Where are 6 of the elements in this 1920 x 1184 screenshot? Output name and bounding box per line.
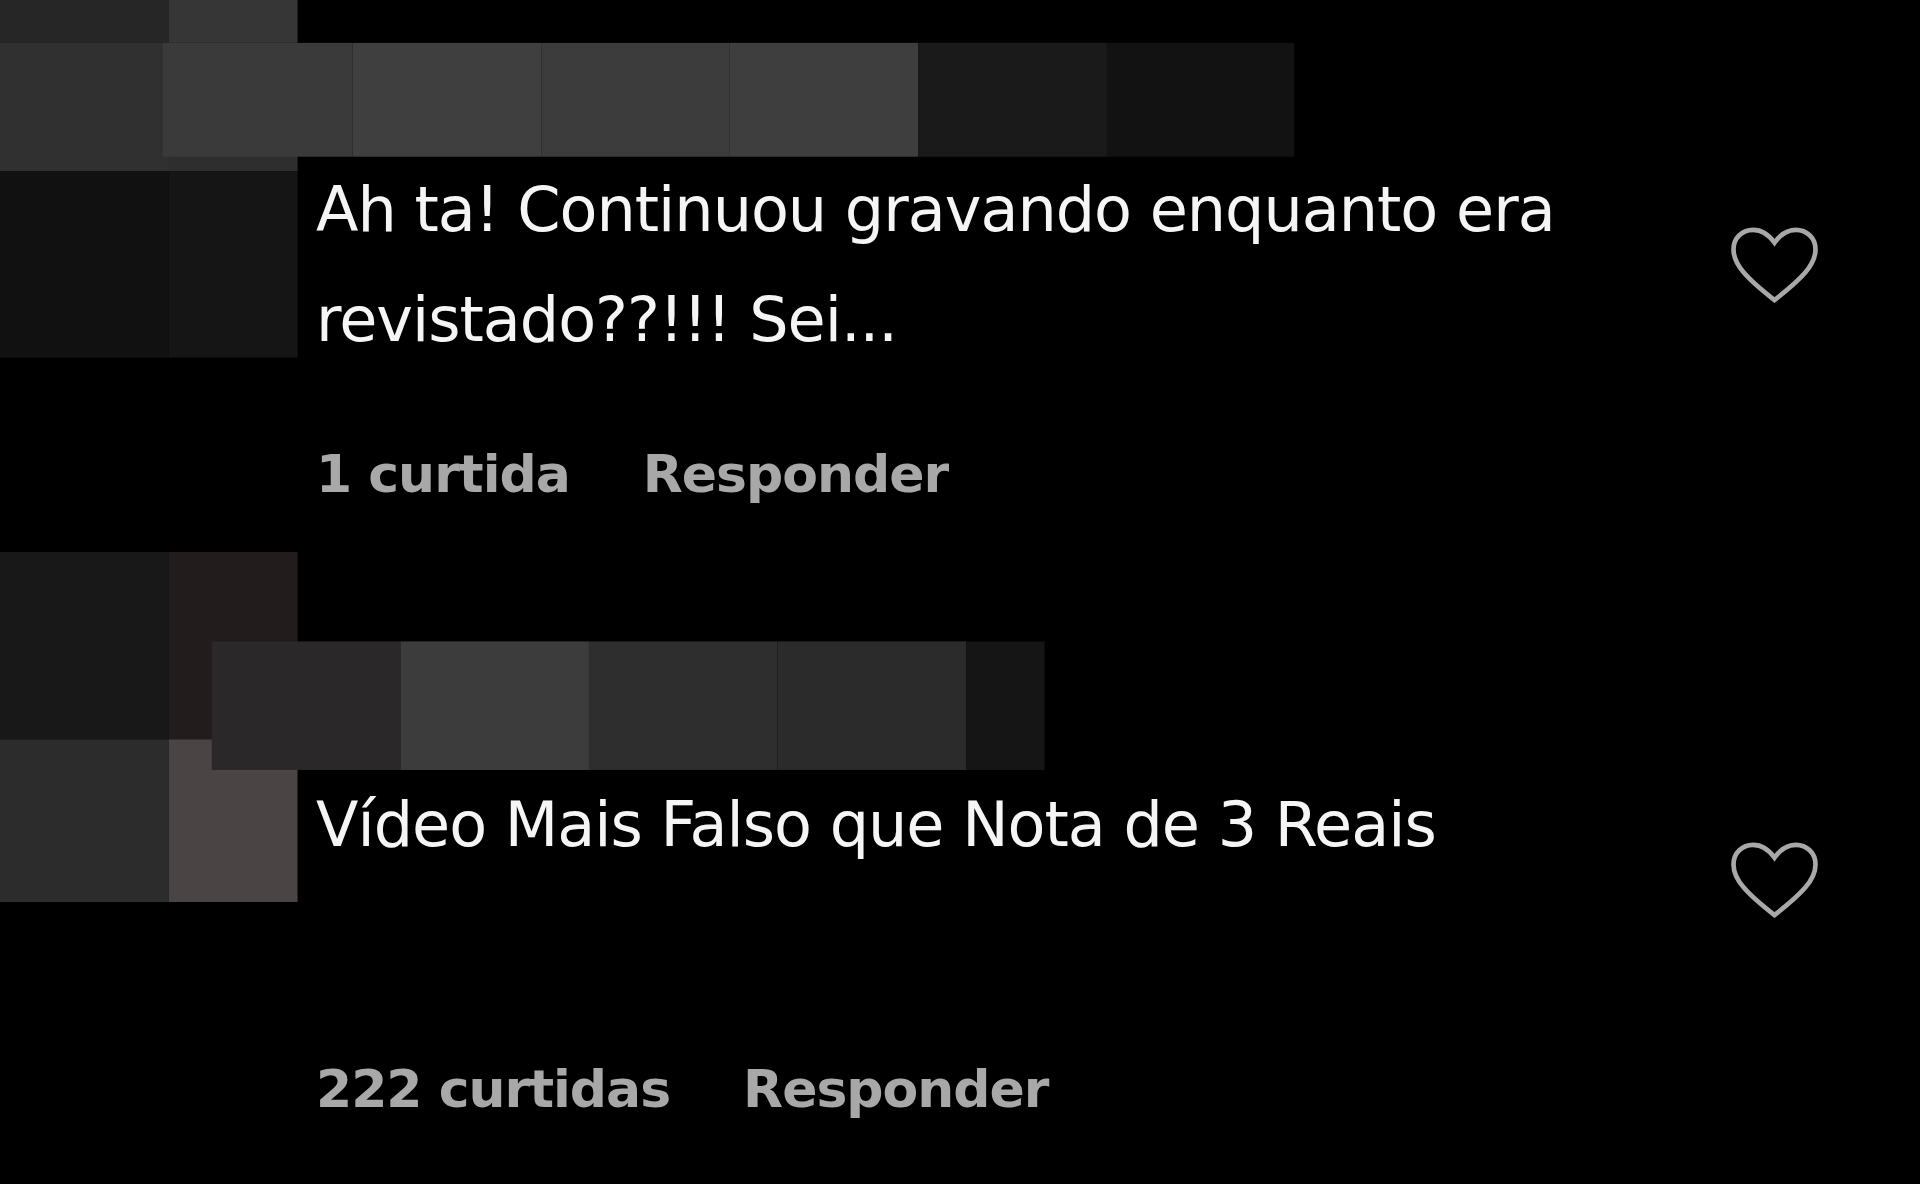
likes-count: 1 curtida [316,444,570,504]
reply-button[interactable]: Responder [642,444,949,504]
comment-text: Ah ta! Continuou gravando enquanto era revistado??!!! Sei... [316,172,1556,358]
comment-text: Vídeo Mais Falso que Nota de 3 Reais [316,787,1437,863]
reply-button[interactable]: Responder [743,1059,1049,1119]
likes-count: 222 curtidas [316,1059,671,1119]
